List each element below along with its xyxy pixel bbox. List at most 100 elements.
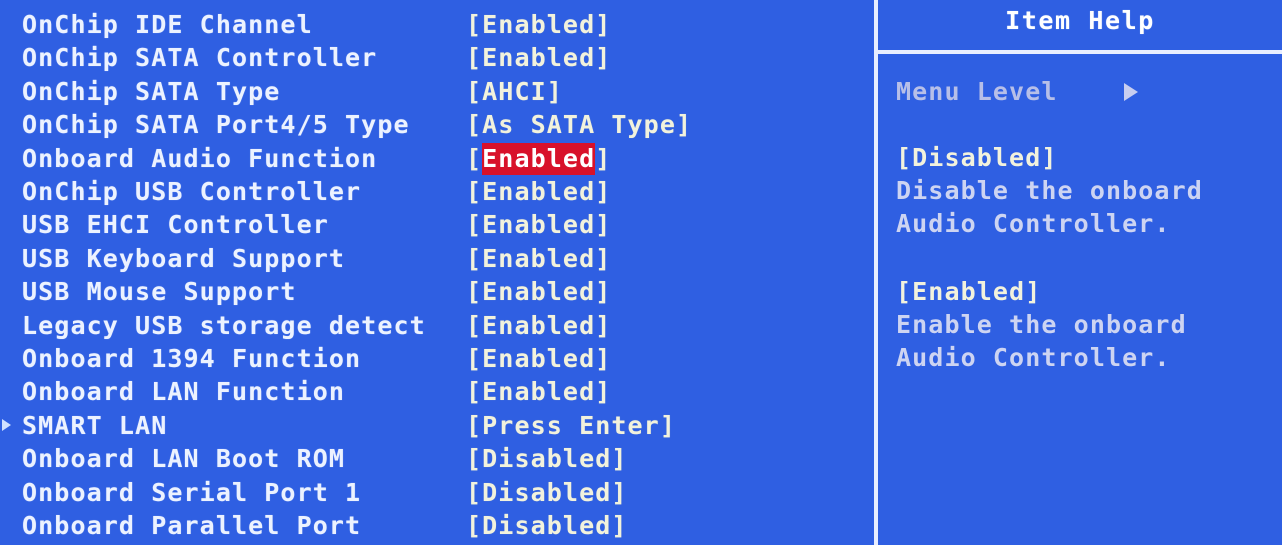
setting-row[interactable]: Legacy USB storage detect [Enabled] [0, 309, 872, 342]
setting-label: OnChip IDE Channel [22, 10, 313, 39]
setting-row[interactable]: SMART LAN [Press Enter] [0, 409, 872, 442]
bracket-close: ] [546, 76, 563, 106]
bracket-close: ] [595, 277, 612, 307]
setting-value[interactable]: [Enabled] [466, 208, 611, 241]
bracket-open: [ [466, 110, 483, 140]
help-option-name: [Disabled] [896, 143, 1058, 172]
setting-value[interactable]: [Enabled] [466, 8, 611, 41]
setting-value[interactable]: [Disabled] [466, 442, 628, 475]
bracket-close: ] [595, 10, 612, 39]
setting-value-text: Enabled [482, 243, 596, 273]
setting-value[interactable]: [Disabled] [466, 509, 628, 542]
setting-row[interactable]: Onboard Parallel Port [Disabled] [0, 509, 872, 542]
bracket-open: [ [466, 344, 483, 373]
setting-row[interactable]: USB EHCI Controller [Enabled] [0, 208, 872, 241]
bracket-open: [ [466, 10, 483, 39]
setting-value[interactable]: [Enabled] [466, 175, 611, 208]
bracket-open: [ [466, 277, 483, 307]
setting-value-text: As SATA Type [482, 110, 676, 140]
setting-value[interactable]: [Enabled] [466, 309, 611, 342]
setting-row[interactable]: OnChip SATA Controller [Enabled] [0, 41, 872, 74]
bracket-open: [ [466, 143, 483, 173]
setting-label: Onboard Serial Port 1 [22, 477, 362, 507]
setting-row[interactable]: OnChip SATA Port4/5 Type [As SATA Type] [0, 108, 872, 141]
menu-level-row: Menu Level [896, 75, 1276, 108]
setting-row[interactable]: Onboard 1394 Function [Enabled] [0, 342, 872, 375]
setting-value[interactable]: [Enabled] [466, 342, 611, 375]
help-option-block: [Disabled] Disable the onboard Audio Contr… [896, 141, 1280, 240]
bracket-close: ] [611, 444, 628, 474]
setting-label: Onboard Parallel Port [22, 511, 362, 540]
help-description-line: Audio Controller. [896, 343, 1171, 372]
setting-label: OnChip USB Controller [22, 177, 362, 206]
setting-value-text: Enabled [482, 377, 596, 407]
setting-label: USB Mouse Support [22, 277, 297, 307]
help-option-block: [Enabled] Enable the onboard Audio Control… [896, 275, 1280, 374]
setting-row[interactable]: OnChip USB Controller [Enabled] [0, 175, 872, 208]
setting-row[interactable]: Onboard LAN Boot ROM [Disabled] [0, 442, 872, 475]
bracket-close: ] [595, 243, 612, 273]
bracket-close: ] [611, 511, 628, 540]
bracket-open: [ [466, 377, 483, 407]
setting-value[interactable]: [Enabled] [466, 41, 611, 74]
bracket-open: [ [466, 177, 483, 206]
setting-value[interactable]: [Enabled] [466, 375, 611, 408]
item-help-title: Item Help [1005, 6, 1155, 35]
bracket-open: [ [466, 310, 483, 340]
setting-value-text: Enabled [482, 43, 596, 73]
setting-value[interactable]: [As SATA Type] [466, 108, 692, 141]
bracket-open: [ [466, 210, 483, 240]
setting-value-text: Enabled [482, 10, 596, 39]
setting-row[interactable]: USB Mouse Support [Enabled] [0, 275, 872, 308]
setting-value[interactable]: [Enabled] [466, 275, 611, 308]
setting-row[interactable]: Onboard LAN Function [Enabled] [0, 375, 872, 408]
bracket-close: ] [659, 410, 676, 440]
bracket-open: [ [466, 43, 483, 73]
help-description-line: Disable the onboard [896, 176, 1203, 205]
item-help-panel: Item Help Menu Level [Disabled] Disable t… [878, 0, 1282, 545]
setting-value[interactable]: [AHCI] [466, 75, 563, 108]
setting-row[interactable]: USB Keyboard Support [Enabled] [0, 242, 872, 275]
bracket-open: [ [466, 76, 483, 106]
setting-value[interactable]: [Disabled] [466, 476, 628, 509]
setting-label: Onboard 1394 Function [22, 344, 362, 373]
setting-value[interactable]: [Enabled] [466, 142, 611, 175]
bracket-close: ] [595, 210, 612, 240]
setting-label: OnChip SATA Type [22, 76, 281, 106]
setting-value-text: Press Enter [482, 410, 660, 440]
setting-label: Onboard LAN Boot ROM [22, 444, 346, 474]
integrated-peripherals-settings-list: OnChip IDE Channel [Enabled] OnChip SATA C… [0, 0, 872, 545]
setting-label: USB EHCI Controller [22, 210, 329, 240]
bracket-close: ] [675, 110, 693, 140]
setting-value-text: Enabled [482, 310, 596, 340]
help-description-line: Audio Controller. [896, 209, 1171, 238]
bracket-close: ] [595, 344, 612, 373]
bracket-close: ] [595, 177, 612, 206]
setting-row[interactable]: Onboard Audio Function [Enabled] [0, 142, 872, 175]
setting-label: OnChip SATA Port4/5 Type [22, 110, 410, 140]
setting-value-text: Enabled [482, 277, 596, 307]
bracket-close: ] [611, 477, 628, 507]
bracket-close: ] [595, 310, 612, 340]
setting-label: OnChip SATA Controller [22, 43, 378, 73]
setting-value-text: Disabled [482, 444, 612, 474]
bracket-open: [ [466, 444, 483, 474]
setting-value-text: Enabled [482, 142, 596, 175]
bracket-open: [ [466, 243, 483, 273]
triangle-right-icon [1124, 82, 1138, 101]
bios-setup-screen: OnChip IDE Channel [Enabled] OnChip SATA C… [0, 0, 1282, 545]
menu-level-label: Menu Level [896, 77, 1058, 106]
setting-value-text: AHCI [482, 76, 547, 106]
setting-value[interactable]: [Enabled] [466, 242, 611, 275]
setting-value-text: Enabled [482, 344, 596, 373]
setting-row[interactable]: OnChip IDE Channel [Enabled] [0, 8, 872, 41]
help-option-name: [Enabled] [896, 277, 1042, 306]
setting-row[interactable]: Onboard Serial Port 1 [Disabled] [0, 476, 872, 509]
bracket-close: ] [595, 43, 612, 73]
setting-row[interactable]: OnChip SATA Type [AHCI] [0, 75, 872, 108]
bracket-open: [ [466, 511, 483, 540]
submenu-triangle-icon [2, 419, 11, 432]
setting-value-text: Enabled [482, 177, 596, 206]
setting-value[interactable]: [Press Enter] [466, 409, 676, 442]
help-description-line: Enable the onboard [896, 310, 1187, 339]
